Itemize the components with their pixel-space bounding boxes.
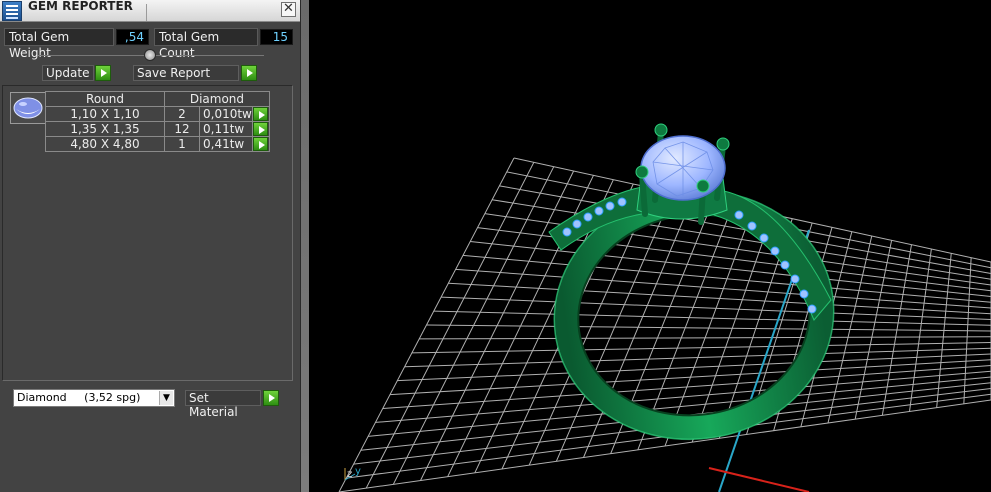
axis-z-label: z (347, 469, 352, 480)
dropdown-arrow-icon[interactable]: ▼ (159, 391, 173, 405)
gem-table: Round Diamond 1,10 X 1,10 2 0,010tw 1,35… (45, 91, 270, 152)
title-bar: GEM REPORTER ✕ (0, 0, 300, 22)
3d-viewport[interactable]: z y (309, 0, 991, 492)
material-select-value: Diamond (3,52 spg) (17, 391, 141, 404)
row-go-arrow-icon[interactable] (253, 107, 268, 121)
save-report-go-arrow-icon[interactable] (241, 65, 257, 81)
save-report-button[interactable]: Save Report (133, 65, 239, 81)
total-gem-count-value: 15 (260, 29, 293, 45)
gem-reporter-panel: GEM REPORTER ✕ Total Gem Weight ,54 Tota… (0, 0, 300, 492)
gem-size: 1,10 X 1,10 (45, 106, 165, 122)
title-divider (146, 4, 147, 21)
app-icon (2, 1, 22, 21)
viewport-canvas: z y (338, 123, 991, 492)
gem-weight: 0,11tw (199, 121, 253, 137)
gem-shape-icon[interactable] (10, 92, 46, 124)
grid-line (426, 324, 991, 332)
shape-header: Round (45, 91, 165, 107)
gem-weight: 0,41tw (199, 136, 253, 152)
gem-weight: 0,010tw (199, 106, 253, 122)
row-go-arrow-icon[interactable] (253, 137, 268, 151)
material-select[interactable]: Diamond (3,52 spg) ▼ (13, 389, 175, 407)
total-gem-weight-label: Total Gem Weight (4, 28, 114, 60)
update-go-arrow-icon[interactable] (95, 65, 111, 81)
axis-y-label: y (355, 466, 361, 477)
gem-quantity: 2 (164, 106, 200, 122)
slider-knob-icon[interactable] (144, 49, 156, 61)
axis-gizmo-icon: z y (344, 466, 361, 481)
set-material-go-arrow-icon[interactable] (263, 390, 279, 406)
panel-splitter[interactable] (300, 0, 309, 492)
gem-type-header: Diamond (164, 91, 270, 107)
table-row[interactable]: 1,35 X 1,35 12 0,11tw (45, 121, 270, 137)
close-icon[interactable]: ✕ (281, 2, 296, 17)
row-go-arrow-icon[interactable] (253, 122, 268, 136)
table-row[interactable]: 1,10 X 1,10 2 0,010tw (45, 106, 270, 122)
window-title: GEM REPORTER (28, 0, 133, 13)
gem-size: 1,35 X 1,35 (45, 121, 165, 137)
total-gem-count-label: Total Gem Count (154, 28, 258, 60)
gem-size: 4,80 X 4,80 (45, 136, 165, 152)
update-button[interactable]: Update (42, 65, 94, 81)
set-material-button[interactable]: Set Material (185, 390, 261, 419)
gem-quantity: 1 (164, 136, 200, 152)
total-gem-weight-value: ,54 (116, 29, 149, 45)
gem-quantity: 12 (164, 121, 200, 137)
table-row[interactable]: 4,80 X 4,80 1 0,41tw (45, 136, 270, 152)
